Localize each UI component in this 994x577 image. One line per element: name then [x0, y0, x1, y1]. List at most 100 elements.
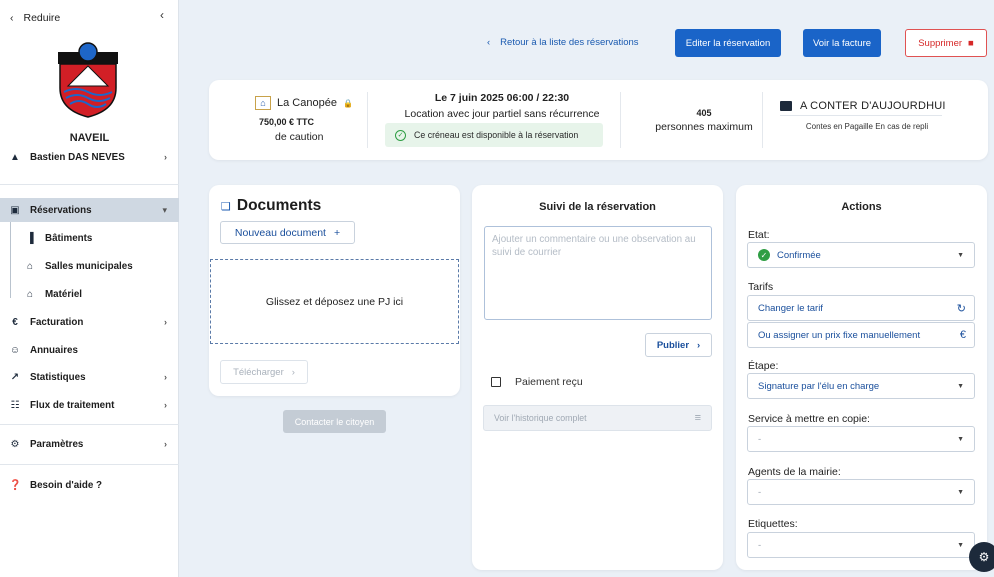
town-crest-logo — [58, 42, 118, 118]
sidebar-item-materiel[interactable]: ⌂ Matériel — [0, 282, 179, 306]
contact-citizen-button[interactable]: Contacter le citoyen — [283, 410, 386, 433]
download-label: Télécharger — [233, 366, 284, 378]
actions-title: Actions — [841, 201, 882, 213]
bug-report-icon[interactable]: ⚙ — [969, 542, 994, 572]
edit-reservation-button[interactable]: Editer la réservation — [675, 29, 781, 57]
venue-name[interactable]: La Canopée — [277, 97, 337, 109]
availability-text: Ce créneau est disponible à la réservati… — [414, 130, 579, 140]
sidebar-item-label: Bastien DAS NEVES — [30, 151, 125, 163]
separator — [762, 92, 763, 148]
etape-value: Signature par l'élu en charge — [758, 380, 880, 392]
tracking-card: Suivi de la réservation Publier › Paieme… — [472, 185, 723, 570]
gear-icon: ⚙ — [10, 438, 20, 450]
change-tarif-button[interactable]: Changer le tarif ↻ — [747, 295, 975, 321]
sidebar-item-label: Annuaires — [30, 344, 78, 356]
user-icon: ▲ — [10, 151, 20, 163]
new-document-label: Nouveau document — [234, 226, 326, 239]
separator — [620, 92, 621, 148]
caret-down-icon: ▼ — [957, 541, 964, 549]
sidebar-item-statistiques[interactable]: ↗ Statistiques › — [0, 365, 179, 389]
euro-icon: € — [959, 329, 966, 341]
event-title: A CONTER D'AUJOURDHUI — [780, 100, 946, 112]
separator — [367, 92, 368, 148]
sidebar-item-label: Besoin d'aide ? — [30, 479, 103, 491]
sidebar-item-parametres[interactable]: ⚙ Paramètres › — [0, 432, 179, 456]
sidebar-item-label: Matériel — [45, 288, 83, 300]
new-document-button[interactable]: Nouveau document + — [220, 221, 355, 244]
caret-down-icon: ▼ — [957, 435, 964, 443]
trash-icon: ■ — [968, 37, 974, 49]
chevron-left-icon: ‹ — [487, 37, 491, 48]
delete-button[interactable]: Supprimer ■ — [905, 29, 987, 57]
document-icon: ❑ — [221, 200, 231, 213]
caret-down-icon: ▼ — [957, 382, 964, 390]
sidebar-item-annuaires[interactable]: ☺ Annuaires — [0, 338, 179, 362]
file-dropzone[interactable]: Glissez et déposez une PJ ici — [210, 259, 459, 344]
location-type: Location avec jour partiel sans récurren… — [404, 108, 600, 120]
event-icon — [780, 101, 792, 111]
documents-title-text: Documents — [236, 197, 322, 214]
etape-select[interactable]: Signature par l'élu en charge ▼ — [747, 373, 975, 399]
sidebar-item-flux[interactable]: ☷ Flux de traitement › — [0, 393, 179, 417]
sidebar-item-aide[interactable]: ❓ Besoin d'aide ? — [0, 473, 179, 497]
fixed-price-button[interactable]: Ou assigner un prix fixe manuellement € — [747, 322, 975, 348]
payment-received-checkbox[interactable]: Paiement reçu — [491, 376, 583, 388]
workflow-icon: ☷ — [10, 399, 20, 411]
sidebar-item-facturation[interactable]: € Facturation › — [0, 310, 179, 334]
town-name: NAVEIL — [69, 132, 110, 144]
chevron-right-icon: › — [164, 372, 167, 382]
etape-label: Étape: — [748, 360, 779, 372]
change-tarif-label: Changer le tarif — [758, 302, 823, 314]
chevron-right-icon: › — [164, 400, 167, 410]
tracking-title: Suivi de la réservation — [539, 201, 656, 213]
documents-title: ❑ Documents — [221, 197, 321, 215]
sidebar-item-label: Bâtiments — [45, 232, 93, 244]
sidebar-item-label: Salles municipales — [45, 260, 133, 272]
fixed-price-label: Ou assigner un prix fixe manuellement — [758, 329, 921, 341]
tarifs-label: Tarifs — [748, 281, 774, 293]
sidebar-item-label: Facturation — [30, 316, 84, 328]
reduire-toggle[interactable]: ‹ Reduire — [10, 12, 60, 24]
etiquettes-label: Etiquettes: — [748, 518, 798, 530]
agents-select[interactable]: - ▼ — [747, 479, 975, 505]
history-label: Voir l'historique complet — [494, 413, 587, 423]
back-to-list-link[interactable]: ‹ Retour à la liste des réservations — [487, 37, 639, 48]
reservations-icon: ▣ — [10, 204, 20, 216]
reservation-date: Le 7 juin 2025 06:00 / 22:30 — [434, 92, 570, 104]
etat-select[interactable]: ✓ Confirmée ▼ — [747, 242, 975, 268]
service-select[interactable]: - ▼ — [747, 426, 975, 452]
actions-card: Actions Etat: ✓ Confirmée ▼ Tarifs Chang… — [736, 185, 987, 570]
chevron-right-icon: › — [697, 339, 701, 351]
view-invoice-button[interactable]: Voir la facture — [803, 29, 881, 57]
reservation-summary-card: ⌂ La Canopée 🔒 750,00 € TTC de caution L… — [209, 80, 988, 160]
sidebar-item-label: Paramètres — [30, 438, 84, 450]
sidebar-item-batiments[interactable]: ▐ Bâtiments — [0, 226, 179, 250]
chevron-right-icon: › — [291, 366, 295, 378]
agents-label: Agents de la mairie: — [748, 466, 841, 478]
check-circle-icon: ✓ — [395, 129, 406, 141]
divider — [0, 184, 179, 185]
sidebar-item-label: Statistiques — [30, 371, 86, 383]
documents-card: ❑ Documents Nouveau document + Glissez e… — [209, 185, 460, 396]
comment-input[interactable] — [484, 226, 712, 320]
checkbox[interactable] — [491, 377, 501, 387]
sidebar-item-reservations[interactable]: ▣ Réservations ▾ — [0, 198, 179, 222]
download-button[interactable]: Télécharger › — [220, 360, 308, 384]
etiquettes-select[interactable]: - ▼ — [747, 532, 975, 558]
publish-button[interactable]: Publier › — [645, 333, 712, 357]
contacts-icon: ☺ — [9, 344, 21, 356]
chevron-right-icon: › — [164, 152, 167, 162]
menu-icon: ≡ — [694, 412, 701, 424]
sidebar-item-user[interactable]: ▲ Bastien DAS NEVES › — [0, 145, 179, 169]
capacity-label: personnes maximum — [655, 121, 753, 133]
plus-icon: + — [333, 226, 341, 239]
lock-icon: 🔒 — [342, 98, 353, 108]
collapse-icon[interactable]: ‹ — [160, 8, 164, 22]
sidebar-item-salles[interactable]: ⌂ Salles municipales — [0, 254, 179, 278]
price: 750,00 € TTC — [259, 117, 315, 127]
reduire-label: Reduire — [23, 12, 61, 24]
chevron-down-icon: ▾ — [162, 204, 167, 215]
chevron-right-icon: › — [164, 317, 167, 327]
service-label: Service à mettre en copie: — [748, 413, 870, 425]
history-button[interactable]: Voir l'historique complet ≡ — [483, 405, 712, 431]
